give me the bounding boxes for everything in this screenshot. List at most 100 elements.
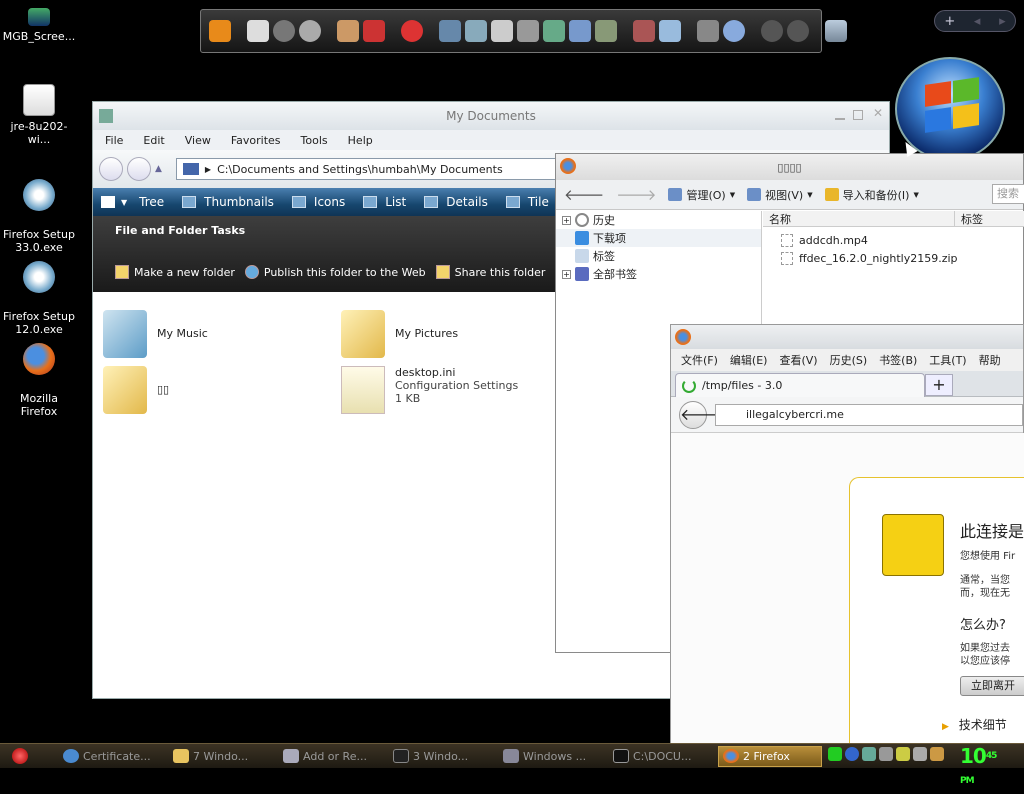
paint-palette-icon[interactable] <box>337 20 359 42</box>
view-thumbnails-button[interactable]: Thumbnails <box>176 195 280 209</box>
forward-button[interactable] <box>127 157 151 181</box>
tools-icon[interactable] <box>930 747 944 761</box>
power-icon[interactable] <box>761 20 783 42</box>
close-button[interactable]: ✕ <box>873 106 883 120</box>
view-menu-icon[interactable] <box>101 196 115 208</box>
back-arrow-icon[interactable]: 🡐 <box>564 185 604 204</box>
tree-item-tags[interactable]: 标签 <box>556 247 761 265</box>
ie-icon[interactable] <box>723 20 745 42</box>
tab-tmp-files[interactable]: /tmp/files - 3.0 <box>675 373 925 397</box>
disc-burner-icon[interactable] <box>299 20 321 42</box>
menu-file[interactable]: File <box>105 134 123 147</box>
taskbar-button-windows-explorer[interactable]: 7 Windo... <box>168 746 272 767</box>
up-arrow-icon[interactable]: ▲ <box>155 164 162 174</box>
menu-tools[interactable]: 工具(T) <box>929 352 966 368</box>
menu-help[interactable]: Help <box>348 134 373 147</box>
organize-button[interactable]: 管理(O) ▼ <box>668 187 735 203</box>
network-icon[interactable] <box>845 747 859 761</box>
folder-item-unnamed[interactable]: ▯▯ <box>103 366 169 414</box>
screenshot-icon[interactable] <box>697 20 719 42</box>
window-icon[interactable] <box>659 20 681 42</box>
tree-item-downloads[interactable]: 下载项 <box>556 229 761 247</box>
recycle-bin-icon[interactable] <box>825 20 847 42</box>
list-item[interactable]: addcdh.mp4 <box>763 231 1024 249</box>
tree-item-all-bookmarks[interactable]: + 全部书签 <box>556 265 761 283</box>
green-status-icon[interactable] <box>828 747 842 761</box>
menu-favorites[interactable]: Favorites <box>231 134 281 147</box>
edit-icon[interactable] <box>569 20 591 42</box>
media-player-icon[interactable] <box>209 20 231 42</box>
menu-bookmarks[interactable]: 书签(B) <box>879 352 917 368</box>
folder-item-my-pictures[interactable]: My Pictures <box>341 310 458 358</box>
calendar-icon[interactable] <box>247 20 269 42</box>
display-icon[interactable] <box>862 747 876 761</box>
column-name[interactable]: 名称 <box>763 211 955 226</box>
menu-tools[interactable]: Tools <box>301 134 328 147</box>
taskbar-clock[interactable]: 1045 PM <box>960 744 997 794</box>
new-tab-button[interactable]: + <box>925 374 953 396</box>
chevron-down-icon[interactable]: ▼ <box>121 198 127 207</box>
minimize-button[interactable] <box>835 110 845 120</box>
scissors-icon[interactable] <box>517 20 539 42</box>
shield-icon[interactable] <box>896 747 910 761</box>
usb-icon[interactable] <box>913 747 927 761</box>
make-new-folder-link[interactable]: Make a new folder <box>115 265 235 279</box>
taskbar-button-windows[interactable]: Windows ... <box>498 746 602 767</box>
volume-icon[interactable] <box>787 20 809 42</box>
menu-edit[interactable]: 编辑(E) <box>730 352 768 368</box>
file-item-desktop-ini[interactable]: desktop.ini Configuration Settings 1 KB <box>341 366 518 414</box>
taskbar-button-certificate[interactable]: Certificate... <box>58 746 162 767</box>
maximize-button[interactable] <box>853 110 863 120</box>
desktop-icon-jre[interactable]: jre-8u202-wi... <box>0 84 78 146</box>
url-bar[interactable]: illegalcybercri.me <box>715 403 1023 426</box>
forward-arrow-icon[interactable]: 🡒 <box>616 185 656 204</box>
menu-view[interactable]: 查看(V) <box>779 352 817 368</box>
library-search-input[interactable]: 搜索 <box>992 184 1024 204</box>
folder-item-my-music[interactable]: My Music <box>103 310 208 358</box>
control-panel-icon[interactable] <box>595 20 617 42</box>
explorer-titlebar[interactable]: My Documents ✕ <box>93 102 889 130</box>
taskbar-button-firefox[interactable]: 2 Firefox <box>718 745 822 767</box>
desktop-icon-mgb-screen[interactable]: MGB_Scree... <box>0 8 78 43</box>
notepad-icon[interactable] <box>491 20 513 42</box>
books-icon[interactable] <box>363 20 385 42</box>
speaker-icon[interactable] <box>879 747 893 761</box>
import-backup-button[interactable]: 导入和备份(I) ▼ <box>824 187 919 203</box>
taskbar-button-add-remove[interactable]: Add or Re... <box>278 746 382 767</box>
view-tree-button[interactable]: Tree <box>133 195 170 209</box>
menu-view[interactable]: View <box>185 134 211 147</box>
firefox-titlebar[interactable] <box>671 325 1023 349</box>
share-folder-link[interactable]: Share this folder <box>435 265 545 279</box>
file-icon[interactable] <box>543 20 565 42</box>
menu-help[interactable]: 帮助 <box>979 352 1001 368</box>
expand-icon[interactable]: + <box>562 215 571 225</box>
library-titlebar[interactable]: ▯▯▯▯ <box>556 154 1023 180</box>
menu-edit[interactable]: Edit <box>143 134 164 147</box>
menu-file[interactable]: 文件(F) <box>681 352 718 368</box>
expand-icon[interactable]: + <box>562 269 571 279</box>
column-tags[interactable]: 标签 <box>955 211 983 226</box>
taskbar-button-command-windows[interactable]: 3 Windo... <box>388 746 492 767</box>
back-button[interactable]: 🡐 <box>679 400 723 429</box>
start-button[interactable] <box>0 744 40 769</box>
taskbar-button-7zip[interactable]: C:\DOCU... <box>608 746 712 767</box>
tools-icon[interactable] <box>633 20 655 42</box>
ccleaner-icon[interactable] <box>401 20 423 42</box>
pager-prev-button[interactable]: ◂ <box>974 14 981 29</box>
view-tile-button[interactable]: Tile <box>500 195 555 209</box>
menu-history[interactable]: 历史(S) <box>830 352 868 368</box>
back-button[interactable] <box>99 157 123 181</box>
view-details-button[interactable]: Details <box>418 195 494 209</box>
view-list-button[interactable]: List <box>357 195 412 209</box>
flash-icon[interactable] <box>273 20 295 42</box>
pager-next-button[interactable]: ▸ <box>999 14 1006 29</box>
views-button[interactable]: 视图(V) ▼ <box>747 187 813 203</box>
technical-details-toggle[interactable]: ▶ 技术细节 <box>942 716 1007 733</box>
network-icon[interactable] <box>439 20 461 42</box>
publish-to-web-link[interactable]: Publish this folder to the Web <box>244 265 426 279</box>
desktop-icon-mozilla-firefox[interactable]: Mozilla Firefox <box>0 330 78 431</box>
tree-item-history[interactable]: + 历史 <box>556 211 761 229</box>
list-item[interactable]: ffdec_16.2.0_nightly2159.zip <box>763 249 1024 267</box>
document-icon[interactable] <box>465 20 487 42</box>
add-desktop-button[interactable]: + <box>944 14 955 29</box>
